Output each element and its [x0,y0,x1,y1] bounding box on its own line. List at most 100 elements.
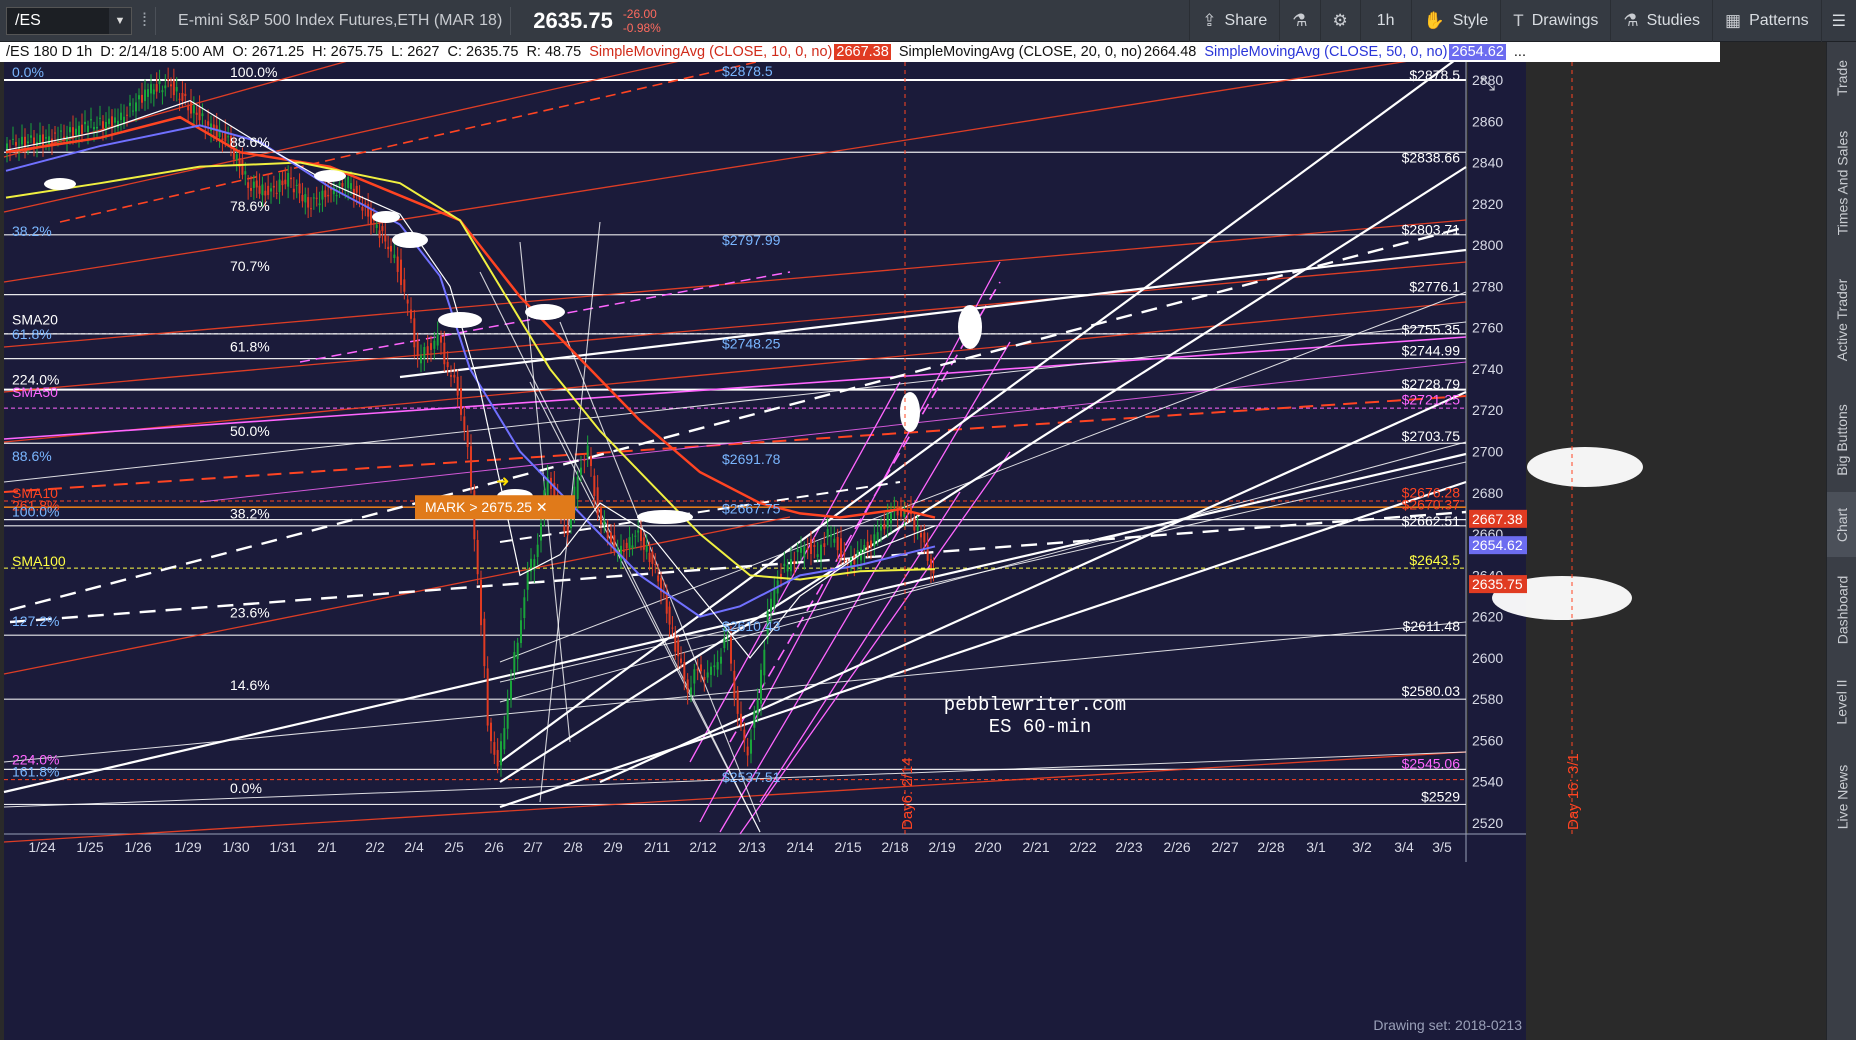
level-price-label: $2838.66 [1402,149,1461,165]
candle-body [736,690,739,714]
candle-body [833,538,836,543]
candle-body [843,552,846,555]
studies-button[interactable]: ⚗ Studies [1610,0,1712,42]
candle-body [129,102,131,106]
candle-body [513,652,516,673]
day-label: Day6: 2/14 [899,757,916,830]
pivot-marker [314,170,346,182]
x-tick-label: 2/13 [738,839,765,855]
x-tick-label: 2/27 [1211,839,1238,855]
level-price-label: $2662.51 [1402,513,1461,529]
candle-body [400,259,402,285]
candle-body [440,336,442,343]
side-tab-active-trader[interactable]: Active Trader [1827,252,1856,387]
candle-body [873,534,876,547]
candle-body [367,204,370,217]
x-tick-label: 2/22 [1069,839,1096,855]
candle-body [596,487,599,516]
candle-body [813,545,816,547]
candle-body [566,525,569,536]
x-tick-label: 3/5 [1432,839,1452,855]
candle-body [350,183,352,190]
y-tick-label: 2780 [1472,278,1503,294]
side-tab-big-buttons[interactable]: Big Buttons [1827,387,1856,492]
link-icon[interactable]: ⁞ [142,10,147,31]
net-change: -26.00 [622,6,657,21]
gear-icon: ⚙ [1332,11,1348,30]
candle-body [387,246,390,250]
bar-close: C: 2635.75 [447,44,519,60]
fib-left-label: SMA100 [12,553,66,569]
candle-body [310,208,312,210]
candle-body [361,206,364,211]
candle-body [631,545,634,549]
chart-canvas[interactable]: 1/24 1/25 1/26 1/29 1/30 1/31 2/1 2/2 2/4 2/5 2/6 2… [0,62,1740,1040]
price-chart[interactable]: 1/24 1/25 1/26 1/29 1/30 1/31 2/1 2/2 2/4 2/5 2/6 2… [0,62,1740,1040]
candle-body [486,668,489,726]
candle-body [375,224,378,228]
candle-body [836,537,839,551]
more-studies[interactable]: ... [1514,44,1526,60]
side-tab-level-ii[interactable]: Level II [1827,662,1856,742]
symbol-input[interactable]: /ES ▼ [6,6,132,35]
y-tick-label: 2840 [1472,155,1503,171]
candle-body [654,564,657,566]
candle-body [523,597,526,619]
sma20-study-label[interactable]: SimpleMovingAvg (CLOSE, 20, 0, no) [899,44,1142,60]
candle-body [287,172,290,187]
last-price: 2635.75 [533,7,613,33]
interval-button[interactable]: 1h [1359,0,1411,42]
side-tab-trade[interactable]: Trade [1827,42,1856,114]
chevron-down-icon[interactable]: ▼ [109,7,131,34]
fib-percent-label: 100.0% [230,64,277,80]
time-axis-background [4,834,1526,1040]
flask-button[interactable]: ⚗ [1279,0,1319,42]
level-price-label: $2611.48 [1403,618,1461,634]
candle-body [746,746,749,756]
candle-body [677,640,680,657]
candle-body [866,541,869,551]
candle-body [786,565,789,572]
x-tick-label: 2/18 [881,839,908,855]
level-price-label: $2776.1 [1409,278,1460,294]
side-tab-chart[interactable]: Chart [1827,492,1856,557]
share-button[interactable]: ⇪ Share [1189,0,1279,42]
drawings-button[interactable]: T Drawings [1500,0,1610,42]
style-button[interactable]: ✋ Style [1410,0,1501,42]
candle-body [622,550,625,552]
candle-body [763,649,766,676]
sma10-study-label[interactable]: SimpleMovingAvg (CLOSE, 10, 0, no) [589,44,832,60]
fib-left-label: 100.0% [12,504,59,520]
candle-body [327,194,330,197]
candle-body [164,85,167,89]
sma50-study-label[interactable]: SimpleMovingAvg (CLOSE, 50, 0, no) [1204,44,1447,60]
level-price-label: $2803.71 [1402,221,1461,237]
candle-body [674,637,677,652]
fib-left-label: 0.0% [12,64,44,80]
candle-body [820,544,822,560]
side-tab-times-and-sales[interactable]: Times And Sales [1827,114,1856,252]
candle-body [207,121,210,126]
patterns-button[interactable]: ▦ Patterns [1712,0,1821,42]
candle-body [252,181,255,188]
bar-range: R: 48.75 [526,44,582,60]
candle-body [290,177,292,180]
percent-change: -0.98% [622,20,661,35]
settings-button[interactable]: ⚙ [1319,0,1360,42]
menu-button[interactable]: ☰ [1820,0,1856,42]
x-tick-label: 2/8 [563,839,583,855]
pivot-marker [958,305,982,349]
fib-percent-label: 88.6% [230,134,270,150]
candle-body [278,179,281,192]
candle-body [60,130,62,132]
candle-body [141,94,143,103]
pivot-marker [637,510,693,524]
level-price-label: $2728.79 [1402,376,1461,392]
candle-body [620,545,622,561]
side-tab-dashboard[interactable]: Dashboard [1827,557,1856,662]
candle-body [806,548,809,550]
side-tab-live-news[interactable]: Live News [1827,742,1856,852]
fib-left-label: SMA50 [12,384,58,400]
candle-body [321,190,324,200]
candle-body [720,656,722,664]
